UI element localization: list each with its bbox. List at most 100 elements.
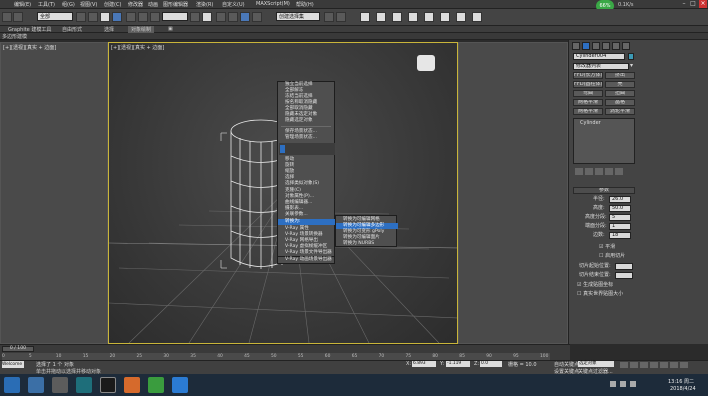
3dsmax-icon[interactable] (76, 377, 92, 393)
menu-customize[interactable]: 自定义(U) (222, 1, 245, 8)
menu-item-select-similar[interactable]: 选择类似对象(S) (278, 181, 336, 187)
motion-tab-icon[interactable] (602, 42, 610, 50)
checkbox-real-world[interactable]: ☐ 真实世界贴图大小 (577, 291, 623, 298)
rendered-frame-icon[interactable] (456, 12, 466, 22)
powerpoint-icon[interactable] (124, 377, 140, 393)
material-editor-icon[interactable] (424, 12, 434, 22)
reference-coord-dropdown[interactable] (162, 12, 188, 21)
graphite-toggle-icon[interactable] (376, 12, 386, 22)
menu-edit[interactable]: 编辑(E) (14, 1, 31, 8)
selection-filter-dropdown[interactable]: 全部 (37, 12, 73, 21)
tab-graphite-modeling[interactable]: Graphite 建模工具 (8, 26, 51, 33)
menu-item-convert-to[interactable]: 转换为: (278, 219, 336, 225)
terminal-icon[interactable] (100, 377, 116, 393)
pivot-center-icon[interactable] (190, 12, 200, 22)
slice-from-spinner[interactable] (615, 263, 633, 270)
modifier-button-extrude[interactable]: 挤出 (605, 72, 635, 79)
modifier-button-lattice[interactable]: 晶格 (605, 99, 635, 106)
menu-item-vray-anim-exporter[interactable]: V-Ray 动画场景导出器 (278, 257, 336, 263)
select-by-name-icon[interactable] (88, 12, 98, 22)
modifier-button-ffd-box[interactable]: FFD(长方体) (573, 72, 603, 79)
render-production-icon[interactable] (472, 12, 482, 22)
menu-item-manage-scene-states[interactable]: 管理场景状态... (278, 135, 336, 141)
tray-network-icon[interactable] (610, 381, 616, 387)
mirror-icon[interactable] (324, 12, 334, 22)
time-slider[interactable]: 0 / 100 (2, 346, 34, 352)
pin-stack-icon[interactable] (575, 168, 583, 175)
modify-tab-icon[interactable] (582, 42, 590, 50)
parameters-rollout-header[interactable]: 参数 (573, 187, 635, 194)
explorer-icon[interactable] (52, 377, 68, 393)
menu-item-wire-parameters[interactable]: 关联参数... (278, 212, 336, 218)
orbit-icon[interactable] (670, 362, 678, 368)
align-icon[interactable] (336, 12, 346, 22)
menu-help[interactable]: 帮助(H) (296, 1, 314, 8)
hierarchy-tab-icon[interactable] (592, 42, 600, 50)
layer-manager-icon[interactable] (360, 12, 370, 22)
minimize-icon[interactable]: – (680, 0, 688, 8)
word-icon[interactable] (172, 377, 188, 393)
tab-freeform[interactable]: 自由形式 (62, 26, 82, 33)
modifier-button-meshsmooth-2[interactable]: 网格平滑 (573, 108, 603, 115)
menu-create[interactable]: 创建(C) (104, 1, 121, 8)
menu-group[interactable]: 组(G) (62, 1, 75, 8)
tray-volume-icon[interactable] (620, 381, 626, 387)
auto-key-button[interactable]: 自动关键点 (554, 361, 579, 368)
modifier-button-shell[interactable]: 壳 (605, 81, 635, 88)
param-height-segs-spinner[interactable]: 5 (609, 214, 631, 221)
menu-modifiers[interactable]: 修改器 (128, 1, 143, 8)
snap-toggle-icon[interactable] (216, 12, 226, 22)
menu-rendering[interactable]: 渲染(R) (196, 1, 213, 8)
menu-animation[interactable]: 动画 (148, 1, 158, 8)
modifier-button-turbosmooth[interactable]: 涡轮平滑 (605, 108, 635, 115)
param-cap-segs-spinner[interactable]: 1 (609, 223, 631, 230)
checkbox-slice-on[interactable]: ☐ 启用切片 (599, 253, 625, 260)
menu-item-vray-scene-exporter[interactable]: V-Ray 场景文件导出器 (278, 250, 336, 256)
param-sides-spinner[interactable]: 18 (609, 232, 631, 239)
configure-sets-icon[interactable] (615, 168, 623, 175)
menu-maxscript[interactable]: MAXScript(M) (256, 1, 290, 7)
modifier-button-twist[interactable]: 扭曲 (605, 90, 635, 97)
right-viewport[interactable] (458, 42, 568, 344)
stack-item-cylinder[interactable]: Cylinder (580, 120, 601, 126)
next-frame-icon[interactable] (630, 362, 638, 368)
create-tab-icon[interactable] (572, 42, 580, 50)
tab-selection[interactable]: 选择 (104, 26, 114, 33)
browser-icon[interactable] (28, 377, 44, 393)
utilities-tab-icon[interactable] (622, 42, 630, 50)
left-viewport[interactable]: [+][透视][真实 + 边面] (0, 42, 108, 344)
maximize-viewport-icon[interactable] (680, 362, 688, 368)
tab-object-paint[interactable]: 对象绘制 (128, 26, 155, 33)
viewcube-box-icon[interactable] (417, 55, 435, 71)
wechat-icon[interactable] (148, 377, 164, 393)
tab-polygon-modeling[interactable]: 多边形建模 (2, 33, 27, 40)
pan-icon[interactable] (660, 362, 668, 368)
percent-snap-icon[interactable] (240, 12, 250, 22)
clock-time[interactable]: 13:16 周二 (668, 378, 694, 385)
region-select-icon[interactable] (100, 12, 110, 22)
select-manipulate-icon[interactable] (202, 12, 212, 22)
maxscript-listener[interactable]: Welcome (2, 361, 24, 368)
close-icon[interactable]: × (699, 0, 707, 8)
play-icon[interactable] (620, 362, 628, 368)
goto-end-icon[interactable] (640, 362, 648, 368)
checkbox-gen-mapping[interactable]: ☑ 生成贴图坐标 (577, 282, 613, 289)
display-tab-icon[interactable] (612, 42, 620, 50)
modifier-stack[interactable]: Cylinder (573, 118, 635, 164)
angle-snap-icon[interactable] (228, 12, 238, 22)
param-height-spinner[interactable]: 50.0 (609, 205, 631, 212)
coord-z-field[interactable]: 0.0 (480, 361, 502, 367)
coord-y-field[interactable]: -1.119 (446, 361, 470, 367)
object-color-swatch[interactable] (628, 53, 634, 60)
menu-view[interactable]: 视图(V) (80, 1, 97, 8)
render-setup-icon[interactable] (440, 12, 450, 22)
select-rotate-icon[interactable] (138, 12, 148, 22)
tray-ime-icon[interactable] (630, 381, 636, 387)
selected-set-dropdown[interactable]: 选定对象 (578, 361, 614, 367)
viewport-label[interactable]: [+][透视][真实 + 边面] (111, 44, 164, 51)
modifier-button-bend[interactable]: 弯曲 (573, 90, 603, 97)
start-icon[interactable] (4, 377, 20, 393)
schematic-view-icon[interactable] (408, 12, 418, 22)
show-end-result-icon[interactable] (585, 168, 593, 175)
window-crossing-icon[interactable] (112, 12, 122, 22)
